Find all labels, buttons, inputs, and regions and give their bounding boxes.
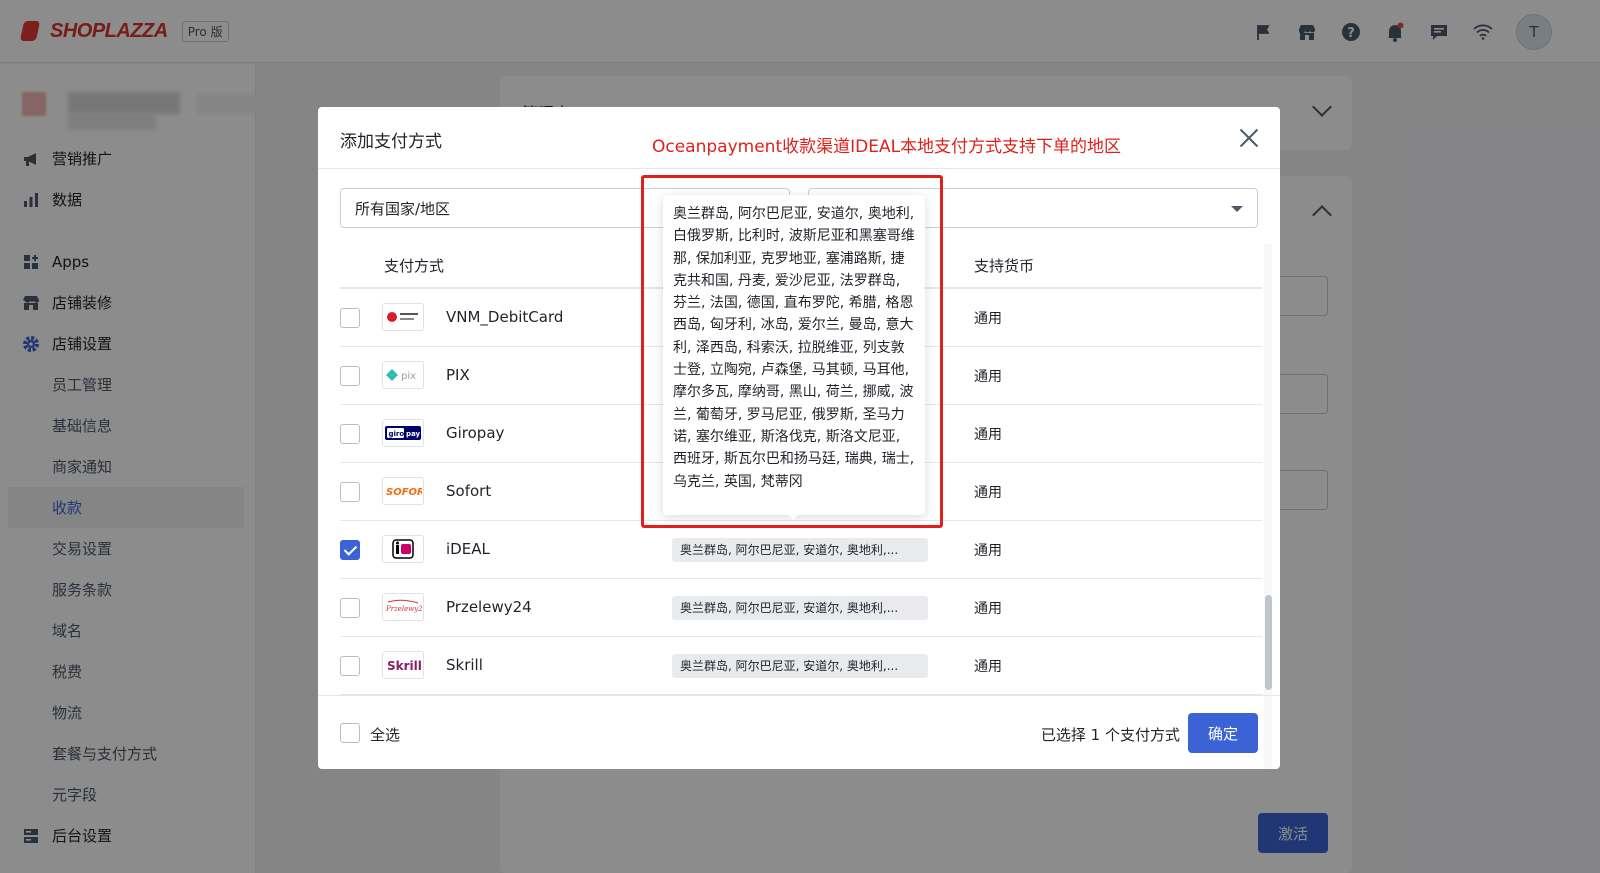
selected-count-text: 已选择 1 个支付方式 bbox=[1040, 726, 1180, 744]
select-all-label[interactable]: 全选 bbox=[370, 724, 400, 745]
ideal-logo-icon bbox=[382, 535, 424, 563]
currency-value: 通用 bbox=[974, 659, 1002, 675]
payment-method-name: VNM_DebitCard bbox=[446, 308, 564, 326]
row-checkbox[interactable] bbox=[340, 366, 360, 386]
modal-title: 添加支付方式 bbox=[340, 132, 442, 152]
country-filter-value: 所有国家/地区 bbox=[355, 199, 451, 218]
confirm-button[interactable]: 确定 bbox=[1188, 713, 1258, 753]
modal-footer: 全选 已选择 1 个支付方式 确定 bbox=[318, 695, 1280, 769]
svg-text:Skrill: Skrill bbox=[387, 659, 422, 673]
table-row[interactable]: Przelewy24 Przelewy24 奥兰群岛, 阿尔巴尼亚, 安道尔, … bbox=[340, 579, 1262, 637]
region-tag[interactable]: 奥兰群岛, 阿尔巴尼亚, 安道尔, 奥地利,... bbox=[672, 654, 928, 678]
row-checkbox[interactable] bbox=[340, 482, 360, 502]
scrollbar-track[interactable] bbox=[1264, 244, 1272, 769]
currency-value: 通用 bbox=[974, 311, 1002, 327]
svg-text:pix: pix bbox=[401, 371, 416, 382]
close-icon[interactable] bbox=[1238, 127, 1260, 149]
svg-text:giro: giro bbox=[389, 430, 405, 438]
svg-text:pay: pay bbox=[406, 430, 421, 438]
region-tag[interactable]: 奥兰群岛, 阿尔巴尼亚, 安道尔, 奥地利,... bbox=[672, 538, 928, 562]
payment-method-name: Przelewy24 bbox=[446, 598, 532, 616]
currency-value: 通用 bbox=[974, 543, 1002, 559]
region-tooltip: 奥兰群岛, 阿尔巴尼亚, 安道尔, 奥地利, 白俄罗斯, 比利时, 波斯尼亚和黑… bbox=[663, 195, 925, 515]
przelewy24-logo-icon: Przelewy24 bbox=[382, 593, 424, 621]
svg-text:SOFORT: SOFORT bbox=[386, 487, 422, 498]
add-payment-method-modal: 添加支付方式 所有国家/地区 支付方式 支持货币 VNM_DebitCard 通… bbox=[318, 107, 1280, 769]
row-checkbox[interactable] bbox=[340, 656, 360, 676]
select-all-checkbox[interactable] bbox=[340, 723, 360, 743]
payment-method-name: iDEAL bbox=[446, 540, 490, 558]
chevron-down-icon bbox=[1231, 206, 1243, 212]
row-checkbox-checked[interactable] bbox=[340, 540, 360, 560]
currency-value: 通用 bbox=[974, 369, 1002, 385]
pix-logo-icon: pix bbox=[382, 361, 424, 389]
payment-method-name: PIX bbox=[446, 366, 470, 384]
giropay-logo-icon: giro pay bbox=[382, 419, 424, 447]
row-checkbox[interactable] bbox=[340, 598, 360, 618]
currency-value: 通用 bbox=[974, 601, 1002, 617]
payment-method-name: Giropay bbox=[446, 424, 505, 442]
tooltip-arrow bbox=[786, 513, 800, 520]
payment-method-name: Sofort bbox=[446, 482, 492, 500]
svg-text:Przelewy24: Przelewy24 bbox=[385, 605, 422, 613]
skrill-logo-icon: Skrill bbox=[382, 651, 424, 679]
scrollbar-thumb[interactable] bbox=[1265, 595, 1272, 690]
table-row[interactable]: iDEAL 奥兰群岛, 阿尔巴尼亚, 安道尔, 奥地利,... 通用 bbox=[340, 521, 1262, 579]
annotation-text: Oceanpayment收款渠道IDEAL本地支付方式支持下单的地区 bbox=[652, 137, 1122, 157]
row-checkbox[interactable] bbox=[340, 424, 360, 444]
row-checkbox[interactable] bbox=[340, 308, 360, 328]
table-row[interactable]: Skrill Skrill 奥兰群岛, 阿尔巴尼亚, 安道尔, 奥地利,... … bbox=[340, 637, 1262, 695]
currency-value: 通用 bbox=[974, 427, 1002, 443]
payment-method-name: Skrill bbox=[446, 656, 483, 674]
column-header-method: 支付方式 bbox=[384, 257, 445, 275]
sofort-logo-icon: SOFORT bbox=[382, 477, 424, 505]
column-header-currency: 支持货币 bbox=[974, 257, 1035, 275]
currency-value: 通用 bbox=[974, 485, 1002, 501]
vnm-debitcard-logo-icon bbox=[382, 303, 424, 331]
region-tag[interactable]: 奥兰群岛, 阿尔巴尼亚, 安道尔, 奥地利,... bbox=[672, 596, 928, 620]
